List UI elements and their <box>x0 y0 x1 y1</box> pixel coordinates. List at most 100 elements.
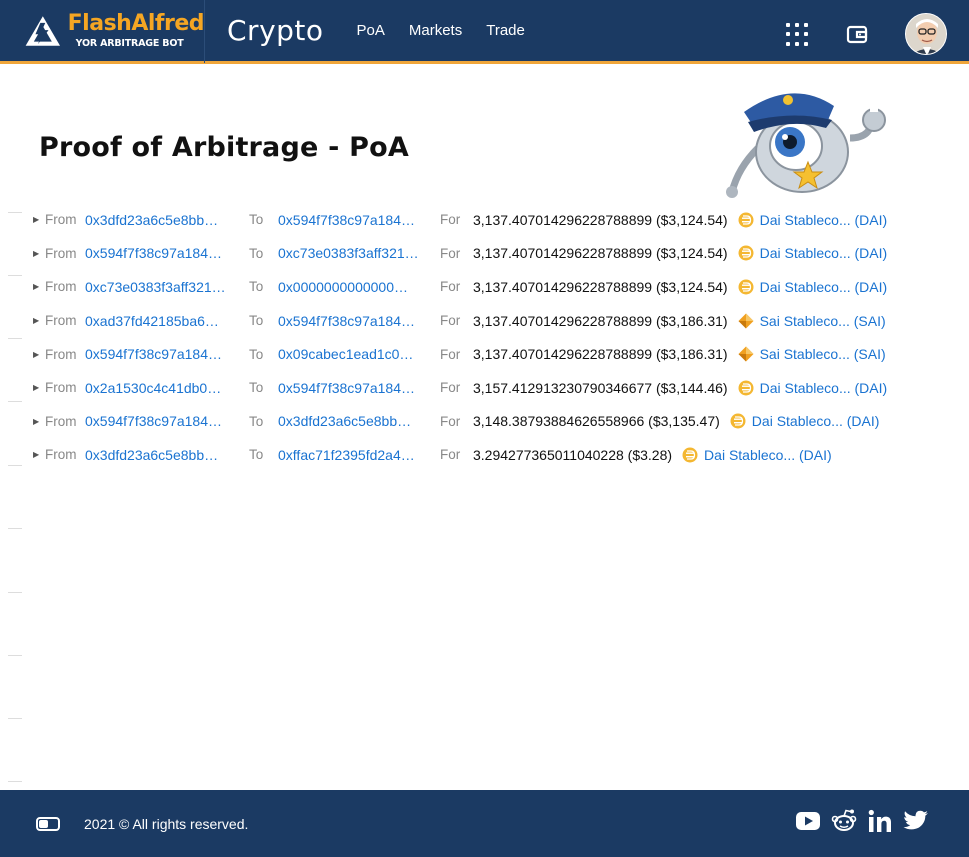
from-address-link[interactable]: 0xad37fd42185ba6… <box>85 313 243 329</box>
brand-tagline: YOR ARBITRAGE BOT <box>75 37 184 49</box>
token-link[interactable]: Dai Stableco... (DAI) <box>738 211 888 228</box>
transaction-row[interactable]: ▶ From 0x594f7f38c97a184… To 0x09cabec1ead1c… <box>30 337 930 371</box>
for-label: For <box>440 380 461 396</box>
transfer-amount: 3,137.407014296228788899 ($3,124.54) <box>473 245 728 262</box>
top-navbar: FlashAlfred YOR ARBITRAGE BOT Crypto PoA… <box>0 0 969 64</box>
token-name: Dai Stableco... (DAI) <box>759 211 888 228</box>
to-label: To <box>249 346 264 362</box>
from-address-link[interactable]: 0x594f7f38c97a184… <box>85 245 243 261</box>
youtube-icon[interactable] <box>795 811 821 831</box>
transaction-list: ▶ From 0x3dfd23a6c5e8bb… To 0x594f7f38c97a18… <box>30 203 930 472</box>
user-avatar[interactable] <box>905 13 947 55</box>
from-address-link[interactable]: 0x2a1530c4c41db0… <box>85 380 243 396</box>
token-name: Dai Stableco... (DAI) <box>704 446 832 463</box>
to-label: To <box>249 212 264 228</box>
expand-caret-icon[interactable]: ▶ <box>33 249 43 258</box>
transaction-row[interactable]: ▶ From 0x594f7f38c97a184… To 0xc73e0383f3aff… <box>30 237 930 271</box>
transfer-amount: 3,148.38793884626558966 ($3,135.47) <box>473 413 720 430</box>
dai-icon <box>682 447 698 463</box>
expand-caret-icon[interactable]: ▶ <box>33 450 43 459</box>
footer: 2021 © All rights reserved. <box>0 790 969 857</box>
dai-icon <box>738 279 754 295</box>
to-address-link[interactable]: 0xc73e0383f3aff321… <box>278 245 437 261</box>
to-label: To <box>249 413 264 429</box>
for-label: For <box>440 212 461 228</box>
from-label: From <box>45 447 77 463</box>
dai-icon <box>730 413 746 429</box>
expand-caret-icon[interactable]: ▶ <box>33 215 43 224</box>
from-address-link[interactable]: 0x594f7f38c97a184… <box>85 413 243 429</box>
transaction-row[interactable]: ▶ From 0xad37fd42185ba6… To 0x594f7f38c97a18… <box>30 304 930 338</box>
transaction-row[interactable]: ▶ From 0x3dfd23a6c5e8bb… To 0x594f7f38c97a18… <box>30 203 930 237</box>
reddit-icon[interactable] <box>831 808 857 834</box>
nav-markets[interactable]: Markets <box>409 22 462 39</box>
to-label: To <box>249 245 264 261</box>
from-address-link[interactable]: 0x594f7f38c97a184… <box>85 346 243 362</box>
nav-trade[interactable]: Trade <box>486 22 525 39</box>
transfer-amount: 3.294277365011040228 ($3.28) <box>473 446 673 463</box>
sai-icon <box>738 313 754 329</box>
from-label: From <box>45 313 77 329</box>
token-link[interactable]: Dai Stableco... (DAI) <box>738 279 887 295</box>
theme-toggle-icon[interactable] <box>36 816 60 831</box>
sai-icon <box>738 346 754 362</box>
for-label: For <box>440 245 461 261</box>
from-label: From <box>45 212 77 228</box>
to-address-link[interactable]: 0x594f7f38c97a184… <box>278 212 437 228</box>
expand-caret-icon[interactable]: ▶ <box>33 350 43 359</box>
dai-icon <box>738 212 754 228</box>
token-link[interactable]: Sai Stableco... (SAI) <box>738 313 886 329</box>
expand-caret-icon[interactable]: ▶ <box>33 383 43 392</box>
to-address-link[interactable]: 0xffac71f2395fd2a4… <box>278 447 437 463</box>
linkedin-icon[interactable] <box>867 809 893 833</box>
from-label: From <box>45 346 77 362</box>
apps-grid-icon[interactable] <box>786 22 810 46</box>
transfer-amount: 3,137.407014296228788899 ($3,124.54) <box>473 211 728 228</box>
expand-caret-icon[interactable]: ▶ <box>33 282 43 291</box>
to-address-link[interactable]: 0x3dfd23a6c5e8bb… <box>278 413 437 429</box>
for-label: For <box>440 413 461 429</box>
dai-icon <box>738 380 754 396</box>
token-link[interactable]: Dai Stableco... (DAI) <box>738 380 887 396</box>
from-label: From <box>45 380 77 396</box>
from-address-link[interactable]: 0xc73e0383f3aff321… <box>85 279 243 295</box>
to-address-link[interactable]: 0x0000000000000… <box>278 279 437 295</box>
dai-icon <box>738 245 754 261</box>
expand-caret-icon[interactable]: ▶ <box>33 417 43 426</box>
page-title: Proof of Arbitrage - PoA <box>39 132 409 163</box>
to-address-link[interactable]: 0x594f7f38c97a184… <box>278 313 437 329</box>
to-address-link[interactable]: 0x09cabec1ead1c0… <box>278 346 437 362</box>
section-title: Crypto <box>227 14 324 47</box>
transaction-row[interactable]: ▶ From 0xc73e0383f3aff321… To 0x000000000000… <box>30 270 930 304</box>
brand-name: FlashAlfred <box>67 10 205 36</box>
transaction-row[interactable]: ▶ From 0x2a1530c4c41db0… To 0x594f7f38c97a18… <box>30 371 930 405</box>
from-address-link[interactable]: 0x3dfd23a6c5e8bb… <box>85 447 243 463</box>
for-label: For <box>440 313 461 329</box>
to-address-link[interactable]: 0x594f7f38c97a184… <box>278 380 437 396</box>
twitter-icon[interactable] <box>903 810 929 832</box>
token-link[interactable]: Dai Stableco... (DAI) <box>730 413 880 430</box>
wallet-icon[interactable] <box>846 24 868 44</box>
token-name: Sai Stableco... (SAI) <box>759 312 886 329</box>
token-name: Sai Stableco... (SAI) <box>759 346 886 363</box>
nav-poa[interactable]: PoA <box>357 22 385 39</box>
to-label: To <box>249 380 264 396</box>
from-address-link[interactable]: 0x3dfd23a6c5e8bb… <box>85 212 243 228</box>
for-label: For <box>440 346 461 362</box>
token-name: Dai Stableco... (DAI) <box>751 413 880 430</box>
token-link[interactable]: Dai Stableco... (DAI) <box>682 447 832 463</box>
expand-caret-icon[interactable]: ▶ <box>33 316 43 325</box>
transfer-amount: 3,157.412913230790346677 ($3,144.46) <box>473 379 728 396</box>
for-label: For <box>440 447 461 463</box>
copyright-text: 2021 © All rights reserved. <box>84 815 249 832</box>
for-label: For <box>440 279 461 295</box>
transfer-amount: 3,137.407014296228788899 ($3,124.54) <box>473 278 728 295</box>
to-label: To <box>249 279 264 295</box>
token-link[interactable]: Dai Stableco... (DAI) <box>738 245 888 262</box>
transaction-row[interactable]: ▶ From 0x3dfd23a6c5e8bb… To 0xffac71f2395fd2… <box>30 438 930 472</box>
token-link[interactable]: Sai Stableco... (SAI) <box>738 346 886 362</box>
flashalfred-logo-icon <box>25 15 61 46</box>
transaction-row[interactable]: ▶ From 0x594f7f38c97a184… To 0x3dfd23a6c5e8b… <box>30 405 930 439</box>
token-name: Dai Stableco... (DAI) <box>759 245 888 262</box>
brand-logo[interactable]: FlashAlfred YOR ARBITRAGE BOT <box>0 0 205 63</box>
